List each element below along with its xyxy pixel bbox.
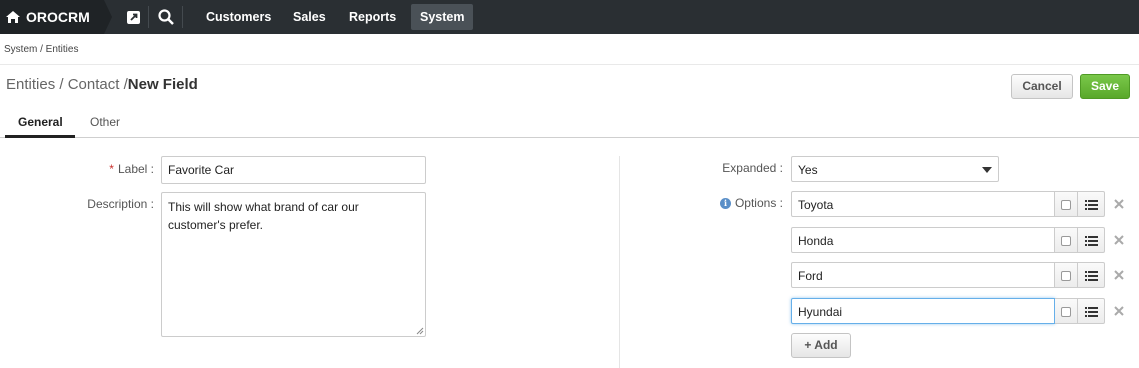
required-marker: * (109, 162, 114, 176)
page-title: Entities / Contact /New Field (6, 76, 198, 93)
form-tabs: General Other (0, 110, 1139, 138)
option-input[interactable]: Hyundai (791, 298, 1055, 324)
option-row: Ford (791, 262, 1105, 288)
nav-reports[interactable]: Reports (340, 4, 405, 30)
divider (0, 64, 1139, 65)
description-field-label: Description : (87, 197, 154, 211)
tab-other[interactable]: Other (90, 115, 120, 129)
title-current: New Field (127, 76, 198, 93)
checkbox-icon (1061, 200, 1071, 210)
option-row: Toyota (791, 191, 1105, 217)
label-input[interactable]: Favorite Car (161, 156, 426, 184)
remove-option-icon[interactable] (1114, 199, 1124, 209)
description-textarea[interactable]: This will show what brand of car our cus… (161, 192, 426, 337)
description-text: This will show what brand of car our cus… (168, 200, 359, 232)
search-icon[interactable] (156, 7, 176, 27)
column-divider (619, 156, 620, 368)
add-option-button[interactable]: + Add (791, 333, 851, 358)
checkbox-icon (1061, 271, 1071, 281)
nav-system[interactable]: System (411, 4, 474, 30)
tab-general[interactable]: General (18, 115, 63, 129)
option-input[interactable]: Ford (791, 262, 1055, 288)
top-navigation-bar: OROCRM Customers Sales Reports System (0, 0, 1139, 34)
option-reorder-button[interactable] (1078, 262, 1105, 288)
toolbar-divider (148, 6, 149, 28)
option-default-checkbox[interactable] (1055, 262, 1078, 288)
expanded-selected-value: Yes (798, 163, 818, 177)
save-button[interactable]: Save (1080, 74, 1130, 99)
label-field-text: Label : (117, 162, 154, 176)
option-default-checkbox[interactable] (1055, 191, 1078, 217)
brand-arrow (104, 0, 112, 34)
option-default-checkbox[interactable] (1055, 227, 1078, 253)
remove-option-icon[interactable] (1114, 235, 1124, 245)
title-separator: / (59, 76, 64, 93)
share-icon[interactable] (124, 7, 144, 27)
option-reorder-button[interactable] (1078, 298, 1105, 324)
expanded-select[interactable]: Yes (791, 156, 999, 182)
option-default-checkbox[interactable] (1055, 298, 1078, 324)
remove-option-icon[interactable] (1114, 306, 1124, 316)
checkbox-icon (1061, 236, 1071, 246)
list-icon (1085, 271, 1098, 281)
options-field-label: i Options : (680, 196, 783, 210)
options-label-text: Options : (734, 196, 783, 210)
option-input[interactable]: Toyota (791, 191, 1055, 217)
nav-sales[interactable]: Sales (284, 4, 335, 30)
list-icon (1085, 307, 1098, 317)
info-icon[interactable]: i (719, 198, 731, 209)
option-row: Hyundai (791, 298, 1105, 324)
label-field-label: * Label : (60, 162, 154, 176)
option-reorder-button[interactable] (1078, 227, 1105, 253)
resize-handle-icon[interactable] (416, 327, 424, 335)
brand-logo[interactable]: OROCRM (0, 0, 104, 34)
cancel-button[interactable]: Cancel (1011, 74, 1073, 99)
option-input[interactable]: Honda (791, 227, 1055, 253)
home-icon (6, 11, 20, 23)
option-reorder-button[interactable] (1078, 191, 1105, 217)
checkbox-icon (1061, 307, 1071, 317)
list-icon (1085, 236, 1098, 246)
nav-customers[interactable]: Customers (197, 4, 280, 30)
toolbar-divider (182, 6, 183, 28)
option-row: Honda (791, 227, 1105, 253)
expanded-field-label: Expanded : (722, 161, 783, 175)
title-contact-link[interactable]: Contact (68, 76, 120, 93)
list-icon (1085, 200, 1098, 210)
remove-option-icon[interactable] (1114, 270, 1124, 280)
caret-down-icon (982, 167, 992, 173)
breadcrumb[interactable]: System / Entities (4, 44, 78, 55)
active-tab-indicator (5, 135, 75, 138)
title-entities-link[interactable]: Entities (6, 76, 55, 93)
brand-name: OROCRM (26, 9, 90, 25)
